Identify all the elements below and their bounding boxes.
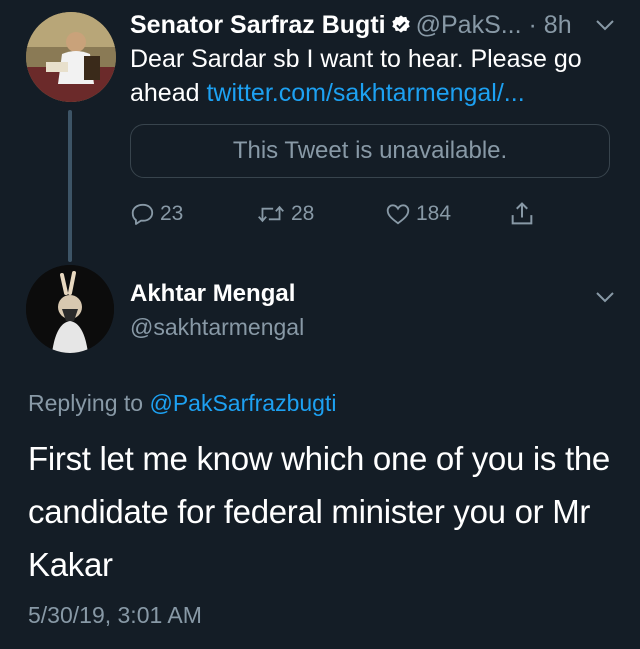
like-button[interactable]: 184 [384, 198, 451, 230]
reply-button[interactable]: 23 [130, 198, 183, 230]
reply-count: 23 [160, 202, 184, 225]
reply-icon [131, 203, 154, 225]
retweet-button[interactable]: 28 [255, 198, 314, 230]
chevron-down-icon[interactable] [594, 290, 616, 304]
tweet1-text: Dear Sardar sb I want to hear. Please go… [130, 42, 620, 110]
author-name[interactable]: Akhtar Mengal [130, 278, 295, 310]
tweet-link[interactable]: twitter.com/sakhtarmengal/... [206, 79, 524, 107]
retweet-count: 28 [291, 202, 315, 225]
verified-badge-icon [391, 15, 410, 33]
quoted-tweet-unavailable: This Tweet is unavailable. [130, 124, 610, 178]
quoted-unavailable-label: This Tweet is unavailable. [232, 137, 508, 164]
avatar[interactable] [26, 265, 114, 353]
handle-and-time: @PakS... · 8h [415, 11, 572, 39]
replying-prefix: Replying to [28, 390, 150, 416]
retweet-icon [258, 205, 284, 223]
timestamp: 5/30/19, 3:01 AM [28, 602, 202, 628]
like-count: 184 [416, 202, 452, 225]
thread-connector-line [68, 110, 72, 262]
share-icon [511, 202, 533, 225]
like-icon [386, 204, 410, 225]
avatar[interactable] [26, 12, 116, 102]
replying-to-handle[interactable]: @PakSarfrazbugti [149, 390, 336, 416]
share-button[interactable] [508, 198, 540, 230]
tweet2-text: First let me know which one of you is th… [28, 440, 610, 583]
chevron-down-icon[interactable] [594, 18, 616, 32]
avatar-photo [26, 265, 114, 353]
author-name[interactable]: Senator Sarfraz Bugti [130, 11, 386, 39]
tweet1-header: Senator Sarfraz Bugti @PakS... · 8h [130, 8, 572, 42]
avatar-photo [26, 12, 116, 102]
tweet-thread-screen: Senator Sarfraz Bugti @PakS... · 8h Dear … [0, 0, 640, 649]
replying-to: Replying to @PakSarfrazbugti [28, 388, 336, 418]
author-handle[interactable]: @sakhtarmengal [130, 312, 304, 342]
